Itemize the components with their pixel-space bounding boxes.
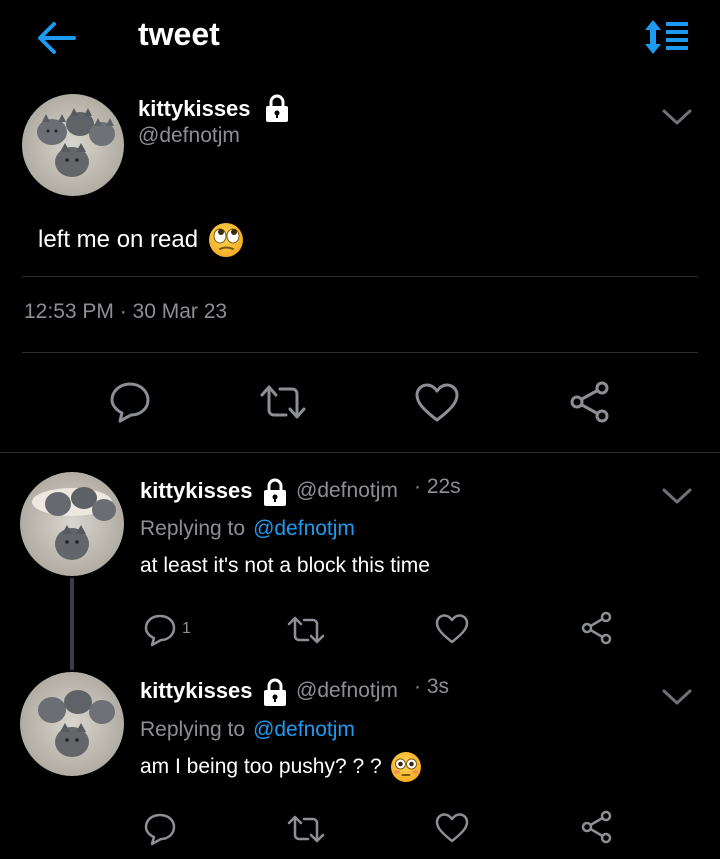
avatar[interactable] [22, 94, 124, 196]
share-icon[interactable] [568, 380, 612, 424]
tweet-text: left me on read [38, 222, 244, 258]
page-title: tweet [138, 16, 220, 52]
replying-to: Replying to @defnotjm [140, 718, 355, 742]
top-bar: tweet [0, 0, 720, 76]
reply-text-content: am I being too pushy? ? ? [140, 755, 382, 778]
replying-to-label: Replying to [140, 517, 246, 540]
replying-to-label: Replying to [140, 718, 246, 741]
share-icon[interactable] [580, 810, 614, 844]
user-handle[interactable]: @defnotjm [296, 479, 398, 503]
like-icon[interactable] [434, 812, 470, 844]
chevron-down-icon[interactable] [660, 485, 694, 507]
display-name[interactable]: kittykisses [138, 96, 251, 122]
display-name[interactable]: kittykisses [140, 678, 253, 704]
lock-icon [266, 94, 288, 122]
avatar[interactable] [20, 472, 124, 576]
replying-to: Replying to @defnotjm [140, 517, 355, 541]
lock-icon [264, 678, 286, 706]
reply-icon[interactable] [143, 613, 177, 647]
retweet-icon[interactable] [286, 614, 326, 646]
like-icon[interactable] [414, 382, 460, 424]
sort-icon [645, 20, 688, 54]
reply-count: 1 [182, 620, 191, 637]
back-arrow-icon [38, 22, 76, 54]
user-handle[interactable]: @defnotjm [138, 124, 240, 148]
tweet-timestamp: 12:53 PM · 30 Mar 23 [24, 300, 228, 323]
retweet-icon[interactable] [258, 382, 308, 422]
relative-time: · 22s [414, 475, 461, 498]
sort-button[interactable] [644, 18, 692, 56]
replying-to-handle-link[interactable]: @defnotjm [253, 718, 355, 742]
retweet-icon[interactable] [286, 813, 326, 845]
back-button[interactable] [36, 18, 78, 58]
like-icon[interactable] [434, 613, 470, 645]
chevron-down-icon[interactable] [660, 686, 694, 708]
flushed-emoji [390, 752, 421, 782]
user-handle[interactable]: @defnotjm [296, 679, 398, 703]
divider [22, 276, 698, 277]
lock-icon [264, 478, 286, 506]
share-icon[interactable] [580, 611, 614, 645]
cat-avatar-image [22, 94, 124, 196]
eye-roll-emoji [209, 223, 244, 257]
reply-text: at least it's not a block this time [140, 554, 430, 577]
display-name[interactable]: kittykisses [140, 478, 253, 504]
relative-time: · 3s [414, 675, 450, 698]
reply-icon[interactable] [108, 380, 152, 424]
cat-avatar-image [20, 672, 124, 776]
tweet-text-content: left me on read [38, 226, 199, 253]
divider [0, 452, 720, 453]
divider [22, 352, 698, 353]
replying-to-handle-link[interactable]: @defnotjm [253, 517, 355, 541]
reply-icon[interactable] [143, 812, 177, 846]
thread-connector [70, 578, 74, 670]
reply-text: am I being too pushy? ? ? [140, 751, 422, 783]
chevron-down-icon[interactable] [660, 106, 694, 128]
cat-avatar-image [20, 472, 124, 576]
avatar[interactable] [20, 672, 124, 776]
